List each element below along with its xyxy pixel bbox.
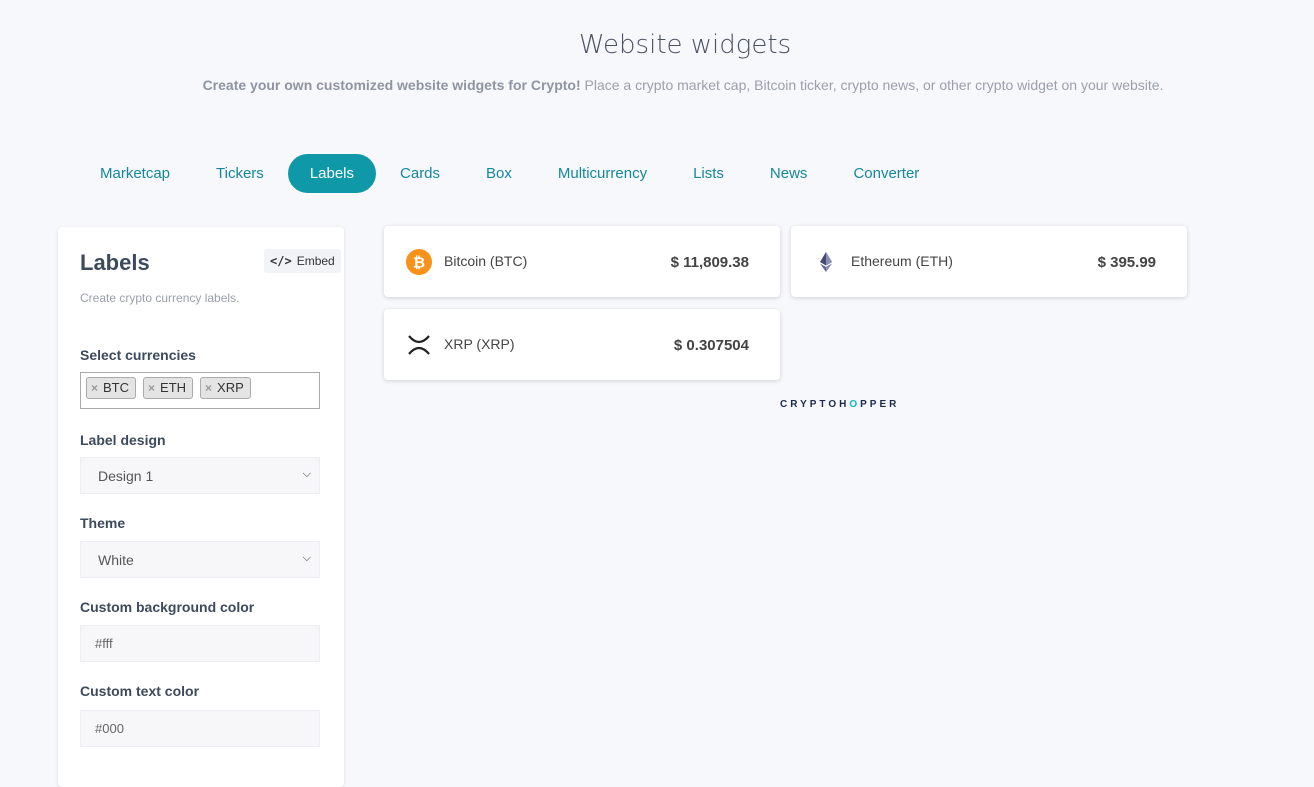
settings-panel: Labels </> Embed Create crypto currency … bbox=[58, 227, 344, 787]
remove-icon[interactable]: × bbox=[148, 378, 155, 398]
subtitle-text: Place a crypto market cap, Bitcoin ticke… bbox=[584, 77, 1164, 93]
tab-converter[interactable]: Converter bbox=[831, 154, 941, 193]
tab-multicurrency[interactable]: Multicurrency bbox=[536, 154, 669, 193]
tab-lists[interactable]: Lists bbox=[671, 154, 746, 193]
panel-description: Create crypto currency labels. bbox=[80, 291, 240, 305]
tab-news[interactable]: News bbox=[748, 154, 830, 193]
coin-price: $ 0.307504 bbox=[673, 337, 749, 354]
tab-box[interactable]: Box bbox=[464, 154, 534, 193]
cryptohopper-logo[interactable]: CRYPTOHOPPER bbox=[780, 399, 899, 410]
coin-name: Ethereum (ETH) bbox=[851, 253, 953, 269]
subtitle-bold: Create your own customized website widge… bbox=[202, 77, 581, 93]
page-subtitle: Create your own customized website widge… bbox=[0, 77, 1314, 93]
coin-name: Bitcoin (BTC) bbox=[444, 253, 528, 269]
label-card-btc[interactable]: ₿ Bitcoin (BTC) $ 11,809.38 bbox=[384, 226, 780, 297]
label-design-select[interactable]: Design 1 ⌵ bbox=[80, 457, 320, 494]
tab-marketcap[interactable]: Marketcap bbox=[78, 154, 192, 193]
bitcoin-icon: ₿ bbox=[406, 249, 432, 275]
code-icon: </> bbox=[270, 254, 292, 268]
page-title: Website widgets bbox=[578, 30, 792, 60]
currency-tag-btc[interactable]: × BTC bbox=[86, 377, 137, 399]
panel-title: Labels bbox=[80, 250, 150, 275]
label-card-eth[interactable]: Ethereum (ETH) $ 395.99 bbox=[791, 226, 1187, 297]
currency-multiselect[interactable]: × BTC × ETH × XRP bbox=[80, 372, 320, 409]
coin-price: $ 11,809.38 bbox=[670, 254, 749, 271]
embed-label: Embed bbox=[296, 254, 335, 268]
bg-color-label: Custom background color bbox=[80, 599, 255, 615]
tab-cards[interactable]: Cards bbox=[378, 154, 462, 193]
bg-color-input[interactable]: #fff bbox=[80, 625, 320, 662]
text-color-label: Custom text color bbox=[80, 683, 200, 699]
tab-labels[interactable]: Labels bbox=[287, 154, 377, 193]
svg-text:₿: ₿ bbox=[413, 254, 425, 272]
remove-icon[interactable]: × bbox=[91, 378, 98, 398]
theme-select[interactable]: White ⌵ bbox=[80, 541, 320, 578]
coin-price: $ 395.99 bbox=[1097, 254, 1156, 271]
select-currencies-label: Select currencies bbox=[80, 347, 196, 363]
text-color-input[interactable]: #000 bbox=[80, 710, 320, 747]
chevron-down-icon: ⌵ bbox=[302, 552, 311, 564]
remove-icon[interactable]: × bbox=[205, 378, 212, 398]
currency-tag-xrp[interactable]: × XRP bbox=[200, 377, 251, 399]
chevron-down-icon: ⌵ bbox=[302, 468, 311, 480]
tab-tickers[interactable]: Tickers bbox=[194, 154, 286, 193]
xrp-icon bbox=[408, 335, 430, 355]
currency-tag-eth[interactable]: × ETH bbox=[143, 377, 194, 399]
ethereum-icon bbox=[820, 252, 832, 272]
theme-label: Theme bbox=[80, 515, 126, 531]
embed-button[interactable]: </> Embed bbox=[264, 249, 341, 273]
label-card-xrp[interactable]: XRP (XRP) $ 0.307504 bbox=[384, 309, 780, 380]
widget-tabs: Marketcap Tickers Labels Cards Box Multi… bbox=[78, 154, 943, 193]
coin-name: XRP (XRP) bbox=[444, 336, 515, 352]
label-design-label: Label design bbox=[80, 432, 166, 448]
